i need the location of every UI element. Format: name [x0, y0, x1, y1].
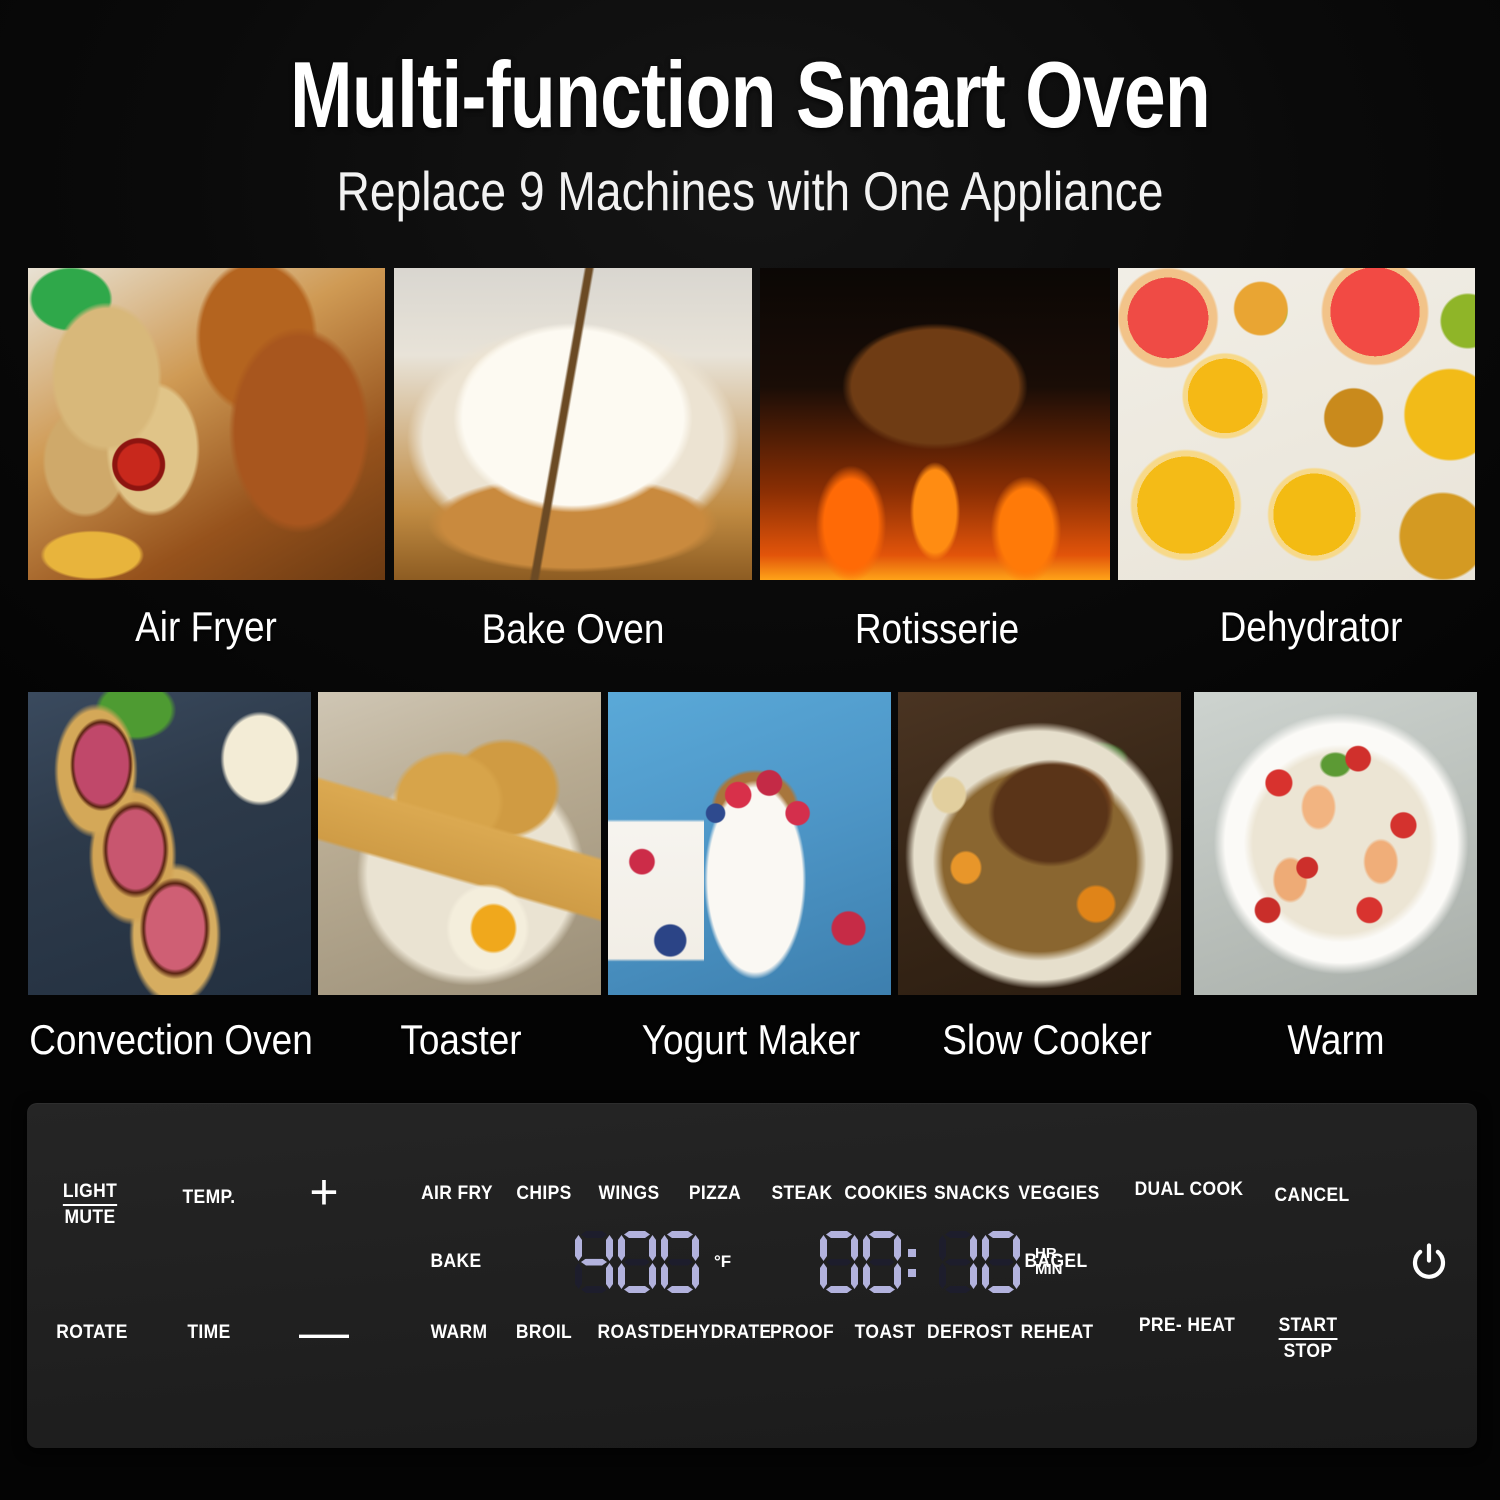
preset-steak[interactable]: STEAK — [771, 1183, 832, 1205]
oven-control-panel: LIGHT MUTE ROTATE TEMP. TIME + — AIR FRY… — [27, 1103, 1477, 1448]
preset-toast[interactable]: TOAST — [855, 1322, 916, 1344]
function-caption-air-fryer: Air Fryer — [135, 603, 277, 650]
preset-proof[interactable]: PROOF — [770, 1322, 834, 1344]
temp-digit-3 — [661, 1231, 699, 1293]
timer-unit-hr: HR — [1035, 1245, 1057, 1263]
cancel-button[interactable]: CANCEL — [1274, 1185, 1349, 1207]
rotisserie-food-image — [760, 268, 1110, 580]
function-caption-toaster: Toaster — [400, 1016, 522, 1063]
temp-digit-2 — [618, 1231, 656, 1293]
bake-oven-food-image — [394, 268, 752, 580]
convection-oven-food-image — [28, 692, 311, 995]
timer-hour-digit-1 — [820, 1231, 858, 1293]
timer-colon — [906, 1231, 920, 1293]
toaster-food-image — [318, 692, 601, 995]
function-tile-yogurt-maker — [608, 692, 891, 995]
function-caption-slow-cooker: Slow Cooker — [942, 1016, 1152, 1063]
cook-label: COOK — [1189, 1179, 1244, 1200]
temp-button[interactable]: TEMP. — [182, 1187, 235, 1209]
light-label: LIGHT — [62, 1181, 118, 1206]
preset-chips[interactable]: CHIPS — [516, 1183, 571, 1205]
preset-warm[interactable]: WARM — [431, 1322, 488, 1344]
preset-defrost[interactable]: DEFROST — [927, 1322, 1013, 1344]
preset-roast[interactable]: ROAST — [597, 1322, 660, 1344]
function-tile-warm — [1194, 692, 1477, 995]
function-tile-bake-oven — [394, 268, 752, 580]
function-tile-slow-cooker — [898, 692, 1181, 995]
preset-pizza[interactable]: PIZZA — [689, 1183, 741, 1205]
start-stop-button[interactable]: START STOP — [1278, 1315, 1338, 1362]
product-infographic: Multi-function Smart Oven Replace 9 Mach… — [0, 0, 1500, 1500]
page-subtitle: Replace 9 Machines with One Appliance — [336, 160, 1164, 222]
function-tile-convection-oven — [28, 692, 311, 995]
preset-bake[interactable]: BAKE — [430, 1251, 481, 1273]
preset-air-fry[interactable]: AIR FRY — [421, 1183, 493, 1205]
light-mute-button[interactable]: LIGHT MUTE — [62, 1181, 118, 1228]
function-caption-warm: Warm — [1287, 1016, 1385, 1063]
pre-heat-button[interactable]: PRE- HEAT — [1139, 1315, 1235, 1337]
power-icon[interactable] — [1407, 1241, 1451, 1290]
decrease-button[interactable]: — — [299, 1307, 349, 1357]
function-caption-bake-oven: Bake Oven — [481, 605, 665, 652]
timer-hour-digit-2 — [863, 1231, 901, 1293]
mute-label: MUTE — [64, 1206, 116, 1228]
timer-display: HR MIN — [820, 1231, 1063, 1293]
temperature-unit: °F — [714, 1252, 732, 1272]
preset-broil[interactable]: BROIL — [516, 1322, 572, 1344]
increase-button[interactable]: + — [309, 1167, 338, 1217]
function-tile-rotisserie — [760, 268, 1110, 580]
header: Multi-function Smart Oven Replace 9 Mach… — [0, 0, 1500, 219]
timer-minute-digit-2 — [982, 1231, 1020, 1293]
temp-digit-1 — [575, 1231, 613, 1293]
function-caption-rotisserie: Rotisserie — [854, 605, 1020, 652]
function-tile-toaster — [318, 692, 601, 995]
timer-unit: HR MIN — [1035, 1246, 1063, 1278]
function-caption-yogurt-maker: Yogurt Maker — [641, 1016, 861, 1063]
preset-reheat[interactable]: REHEAT — [1021, 1322, 1094, 1344]
preset-cookies[interactable]: COOKIES — [844, 1183, 927, 1205]
function-tile-dehydrator — [1118, 268, 1475, 580]
preset-snacks[interactable]: SNACKS — [934, 1183, 1010, 1205]
timer-minute-digit-1 — [939, 1231, 977, 1293]
start-label: START — [1278, 1315, 1338, 1340]
air-fryer-food-image — [28, 268, 385, 580]
rotate-button[interactable]: ROTATE — [56, 1322, 127, 1344]
page-title: Multi-function Smart Oven — [290, 42, 1211, 147]
function-tile-air-fryer — [28, 268, 385, 580]
function-caption-dehydrator: Dehydrator — [1219, 603, 1403, 650]
pre-label: PRE- — [1138, 1315, 1183, 1336]
temperature-display: °F — [575, 1231, 731, 1293]
stop-label: STOP — [1283, 1340, 1333, 1362]
dehydrator-food-image — [1118, 268, 1475, 580]
slow-cooker-food-image — [898, 692, 1181, 995]
time-button[interactable]: TIME — [187, 1322, 230, 1344]
yogurt-maker-food-image — [608, 692, 891, 995]
preset-wings[interactable]: WINGS — [598, 1183, 659, 1205]
timer-unit-min: MIN — [1035, 1261, 1063, 1278]
preset-dehydrate[interactable]: DEHYDRATE — [661, 1322, 772, 1344]
warm-food-image — [1194, 692, 1477, 995]
dual-cook-button[interactable]: DUAL COOK — [1135, 1179, 1244, 1201]
heat-label: HEAT — [1187, 1315, 1236, 1336]
dual-label: DUAL — [1134, 1179, 1185, 1200]
function-caption-convection-oven: Convection Oven — [29, 1016, 313, 1063]
preset-veggies[interactable]: VEGGIES — [1018, 1183, 1099, 1205]
